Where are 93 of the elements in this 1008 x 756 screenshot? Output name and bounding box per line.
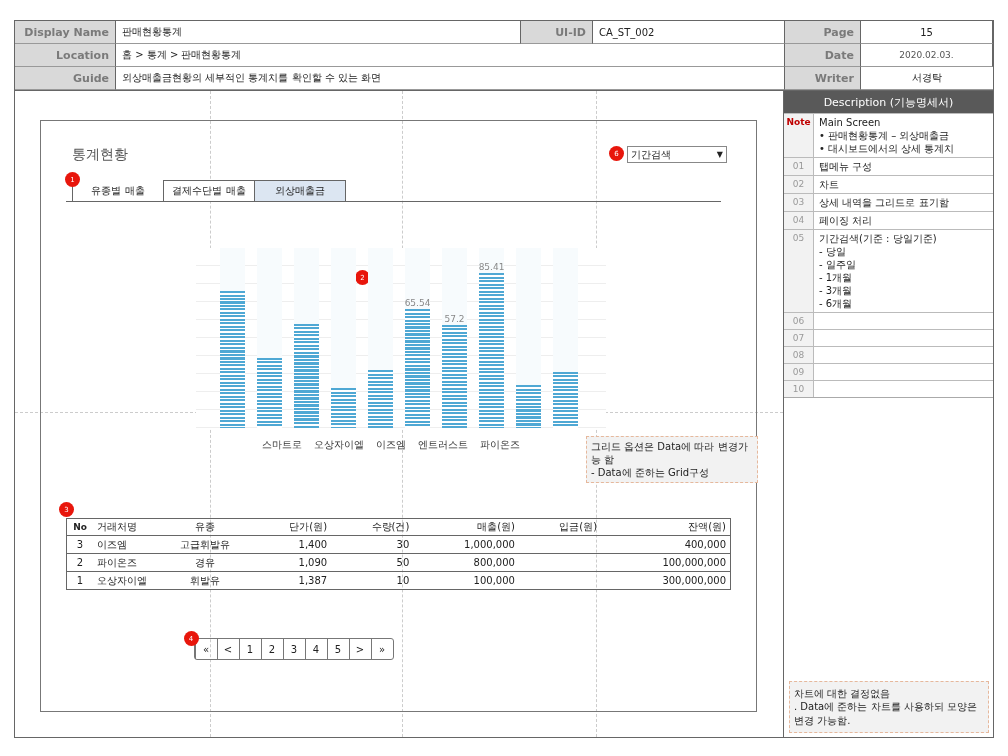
table-cell: 1,000,000: [413, 535, 519, 554]
table-cell: 100,000,000: [601, 553, 731, 572]
table-cell: 10: [331, 571, 414, 590]
row-number: 01: [792, 161, 805, 173]
value-label: 85.41: [478, 262, 505, 273]
description-text: 탭메뉴 구성: [819, 160, 874, 173]
field-value: 15: [920, 26, 933, 38]
description-text: • 대시보드에서의 상세 통계치: [819, 142, 956, 155]
page-button[interactable]: 5: [326, 639, 349, 659]
table-cell: 100,000: [413, 571, 519, 590]
period-dropdown[interactable]: 기간검색 ▼: [627, 146, 727, 163]
table-cell: 30: [331, 535, 414, 554]
table-cell: 2: [66, 553, 93, 572]
screen-title: 통계현황: [72, 146, 128, 164]
tab[interactable]: 결제수단별 매출: [163, 180, 255, 201]
row-number: 02: [792, 179, 805, 191]
note-text: 그리드 옵션은 Data에 따라 변경가능 함: [591, 440, 749, 466]
field-label: Display Name: [24, 25, 109, 39]
description-text: 페이징 처리: [819, 214, 874, 227]
panel-title: Description (기능명세서): [784, 91, 993, 113]
field-label: Page: [823, 25, 854, 39]
table-cell: 1: [66, 571, 93, 590]
description-text: - 1개월: [819, 271, 854, 284]
page-button[interactable]: <: [216, 639, 239, 659]
description-text: - 일주일: [819, 258, 857, 271]
page-button[interactable]: «: [194, 639, 217, 659]
table-cell: 휘발유: [161, 571, 249, 590]
column-header: 거래처명: [93, 518, 161, 536]
table-cell: 3: [66, 535, 93, 554]
table-cell: 400,000: [601, 535, 731, 554]
field-label: UI-ID: [555, 25, 586, 39]
field-value: 홈 > 통계 > 판매현황통계: [122, 48, 242, 62]
description-text: 기간검색(기준 : 당일기준): [819, 232, 938, 245]
row-number: 03: [792, 197, 805, 209]
field-value: 서경탁: [912, 71, 942, 85]
field-value: 판매현황통계: [122, 25, 182, 39]
row-number: 05: [792, 233, 805, 245]
table-cell: 1,387: [249, 571, 332, 590]
page-button[interactable]: 4: [304, 639, 327, 659]
row-number: 08: [792, 350, 805, 362]
description-text: - 3개월: [819, 284, 854, 297]
field-value: CA_ST_002: [599, 26, 655, 38]
row-number: 09: [792, 367, 805, 379]
page-button[interactable]: >: [348, 639, 371, 659]
column-header: 잔액(원): [601, 518, 731, 536]
table-cell: 1,090: [249, 553, 332, 572]
column-header: 유종: [161, 518, 249, 536]
field-label: Writer: [814, 71, 854, 85]
note-text: . Data에 준하는 차트를 사용하되 모양은 변경 가능함.: [794, 700, 978, 727]
row-number: 07: [792, 333, 805, 345]
table-cell: 300,000,000: [601, 571, 731, 590]
field-label: Guide: [73, 71, 109, 85]
column-header: No: [66, 518, 93, 536]
category-label: 오상자이엘: [314, 438, 364, 452]
row-number: Note: [786, 117, 811, 129]
table-cell: 고급휘발유: [161, 535, 249, 554]
field-value: 외상매출금현황의 세부적인 통계치를 확인할 수 있는 화면: [122, 71, 382, 85]
table-cell: 오상자이엘: [93, 571, 161, 590]
category-label: 스마트로: [262, 438, 302, 452]
tab[interactable]: 외상매출금: [255, 180, 346, 201]
category-label: 이즈엠: [376, 438, 406, 452]
field-value: 2020.02.03.: [899, 50, 954, 60]
note-text: 차트에 대한 결정없음: [794, 686, 892, 700]
description-text: - 6개월: [819, 297, 854, 310]
table-cell: 경유: [161, 553, 249, 572]
column-header: 수량(건): [331, 518, 414, 536]
column-header: 단가(원): [249, 518, 332, 536]
page-button[interactable]: 3: [282, 639, 305, 659]
page-button[interactable]: 2: [260, 639, 283, 659]
description-text: Main Screen: [819, 116, 882, 129]
table-cell: 800,000: [413, 553, 519, 572]
row-number: 10: [792, 384, 805, 396]
field-label: Location: [56, 48, 109, 62]
row-number: 06: [792, 316, 805, 328]
description-text: - 당일: [819, 245, 847, 258]
table-cell: 1,400: [249, 535, 332, 554]
value-label: 57.2: [444, 314, 465, 325]
table-cell: 이즈엠: [93, 535, 161, 554]
table-cell: 파이온즈: [93, 553, 161, 572]
column-header: 입금(원): [518, 518, 602, 536]
description-text: 상세 내역을 그리드로 표기함: [819, 196, 950, 209]
description-text: 차트: [819, 178, 840, 191]
note-text: - Data에 준하는 Grid구성: [591, 466, 710, 479]
category-label: 엔트러스트: [418, 438, 468, 452]
field-label: Date: [824, 48, 854, 62]
description-text: • 판매현황통계 – 외상매출금: [819, 129, 951, 142]
category-label: 파이온즈: [480, 438, 520, 452]
column-header: 매출(원): [413, 518, 519, 536]
page-button[interactable]: »: [370, 639, 393, 659]
row-number: 04: [792, 215, 805, 227]
table-cell: 50: [331, 553, 414, 572]
page-button[interactable]: 1: [238, 639, 261, 659]
value-label: 65.54: [404, 298, 431, 309]
